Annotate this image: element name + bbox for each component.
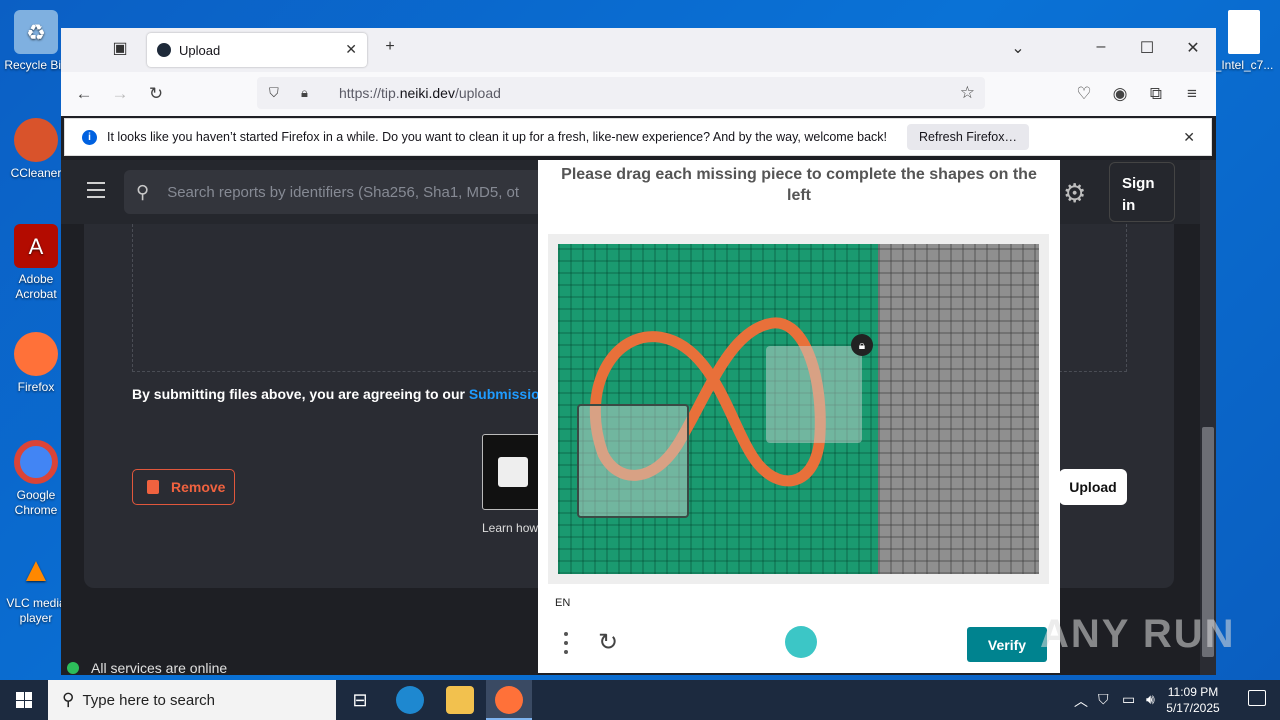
captcha-footer: ↻ Verify — [538, 620, 1060, 670]
file-explorer-icon[interactable] — [446, 686, 474, 714]
report-search-input[interactable]: ⚲ Search reports by identifiers (Sha256,… — [124, 170, 544, 214]
upload-button[interactable]: Upload — [1059, 469, 1127, 505]
status-text: All services are online — [91, 660, 228, 675]
chrome-icon — [14, 440, 58, 484]
desktop-icon-label: Firefox — [17, 380, 55, 394]
desktop-icon-label: _Intel_c7... — [1214, 58, 1274, 72]
taskbar-search-placeholder: Type here to search — [82, 691, 216, 709]
gear-icon[interactable]: ⚙ — [1063, 178, 1086, 209]
anyrun-watermark: ANY RUN — [1040, 612, 1236, 656]
clock[interactable]: 11:09 PM 5/17/2025 — [1158, 684, 1228, 716]
desktop-icon-label: Google Chrome — [14, 488, 58, 517]
task-view-icon[interactable]: ⊟ — [346, 686, 374, 714]
tab-bar: ▣ Upload ✕ + ⌄ – ☐ ✕ — [61, 28, 1216, 72]
desktop-icon-label: Recycle Bin — [4, 58, 68, 72]
service-status: All services are online — [67, 660, 227, 675]
edge-icon[interactable] — [396, 686, 424, 714]
site-menu-icon[interactable] — [87, 182, 105, 203]
pocket-icon[interactable]: ♡ — [1073, 84, 1095, 104]
windows-logo-icon — [16, 692, 32, 708]
vlc-cone-icon: ▲ — [19, 550, 53, 589]
url-text: https://tip.neiki.dev/upload — [339, 85, 501, 101]
network-icon[interactable]: ▭ — [1122, 691, 1135, 708]
volume-icon[interactable]: 🔊︎ — [1146, 691, 1155, 708]
security-icon[interactable]: ⛉ — [1098, 691, 1109, 708]
clock-date: 5/17/2025 — [1166, 701, 1220, 715]
site-favicon-icon — [157, 43, 171, 57]
taskbar-search[interactable]: ⚲ Type here to search — [48, 680, 336, 720]
lock-icon: 🔒︎ — [851, 334, 873, 356]
search-placeholder: Search reports by identifiers (Sha256, S… — [167, 183, 520, 201]
navigation-bar: ← → ↻ ⛉ 🔒︎ https://tip.neiki.dev/upload … — [61, 72, 1216, 116]
video-thumbnail[interactable] — [482, 434, 542, 510]
captcha-image: 🔒︎ — [558, 244, 1039, 574]
desktop-icon-label: Adobe Acrobat — [15, 272, 57, 301]
refresh-firefox-notification: i It looks like you haven’t started Fire… — [64, 118, 1212, 156]
puzzle-area: 🔒︎ — [558, 244, 878, 574]
firefox-icon — [14, 332, 58, 376]
submission-link[interactable]: Submission — [469, 386, 548, 402]
close-tab-icon[interactable]: ✕ — [345, 41, 357, 58]
minimize-icon[interactable]: – — [1089, 38, 1113, 56]
desktop-icon-label: VLC media player — [6, 596, 66, 625]
shield-icon[interactable]: ⛉ — [269, 85, 289, 101]
status-dot-icon — [67, 662, 79, 674]
pieces-tray[interactable] — [878, 244, 1039, 574]
missing-slot — [766, 346, 862, 443]
captcha-image-frame: 🔒︎ — [548, 234, 1049, 584]
search-icon: ⚲ — [136, 181, 150, 202]
ccleaner-icon — [14, 118, 58, 162]
page-scrollbar[interactable] — [1200, 160, 1216, 675]
desktop-icon-label: CCleaner — [10, 166, 62, 180]
url-bar[interactable]: ⛉ 🔒︎ https://tip.neiki.dev/upload ☆ — [257, 77, 985, 109]
verify-button[interactable]: Verify — [967, 627, 1047, 662]
bookmark-star-icon[interactable]: ☆ — [960, 83, 975, 103]
lock-icon[interactable]: 🔒︎ — [301, 85, 321, 101]
learn-how-link[interactable]: Learn how — [482, 521, 538, 535]
maximize-icon[interactable]: ☐ — [1135, 38, 1159, 58]
tab-title: Upload — [179, 42, 221, 58]
clock-time: 11:09 PM — [1167, 685, 1219, 699]
trash-icon — [147, 480, 159, 494]
captcha-instruction: Please drag each missing piece to comple… — [561, 166, 1037, 204]
remove-button[interactable]: Remove — [132, 469, 235, 505]
extensions-icon[interactable]: ⧉ — [1145, 84, 1167, 104]
forward-arrow-icon[interactable]: → — [109, 84, 131, 104]
new-tab-icon[interactable]: + — [378, 38, 402, 56]
recycle-bin-icon: ♻ — [14, 10, 58, 54]
chevron-up-icon[interactable]: ︿ — [1074, 691, 1088, 711]
notification-text: It looks like you haven’t started Firefo… — [107, 130, 888, 144]
hcaptcha-logo-icon[interactable] — [785, 626, 817, 658]
refresh-firefox-button[interactable]: Refresh Firefox… — [907, 124, 1029, 150]
remove-label: Remove — [171, 479, 226, 495]
sign-in-button[interactable]: Sign in — [1109, 162, 1175, 222]
reload-icon[interactable]: ↻ — [145, 84, 167, 104]
tab-overview-icon[interactable]: ▣ — [108, 38, 132, 58]
terms-text: By submitting files above, you are agree… — [132, 386, 549, 402]
language-selector[interactable]: EN — [555, 597, 570, 609]
captcha-dialog: Please drag each missing piece to comple… — [538, 160, 1060, 673]
back-arrow-icon[interactable]: ← — [73, 84, 95, 104]
desktop-icon-file[interactable]: _Intel_c7... — [1208, 10, 1280, 73]
system-tray: ︿ ⛉ ▭ 🔊︎ 11:09 PM 5/17/2025 — [1060, 680, 1280, 720]
missing-slot — [577, 404, 689, 518]
menu-hamburger-icon[interactable]: ≡ — [1181, 84, 1203, 104]
close-window-icon[interactable]: ✕ — [1181, 38, 1205, 58]
file-icon — [1228, 10, 1260, 54]
more-options-icon[interactable] — [564, 632, 568, 659]
acrobat-icon: A — [14, 224, 58, 268]
search-icon: ⚲ — [62, 690, 75, 709]
firefox-icon — [495, 686, 523, 714]
taskbar: ⚲ Type here to search ⊟ ︿ ⛉ ▭ 🔊︎ 11:09 P… — [0, 680, 1280, 720]
notification-center-icon[interactable] — [1248, 690, 1266, 706]
list-tabs-chevron-icon[interactable]: ⌄ — [1006, 38, 1030, 58]
refresh-challenge-icon[interactable]: ↻ — [598, 628, 618, 657]
info-icon: i — [82, 129, 97, 145]
account-icon[interactable]: ◉ — [1109, 84, 1131, 104]
close-notification-icon[interactable]: ✕ — [1183, 129, 1195, 146]
tab-upload[interactable]: Upload ✕ — [147, 33, 367, 67]
firefox-taskbar-button[interactable] — [486, 680, 532, 720]
start-button[interactable] — [0, 680, 48, 720]
